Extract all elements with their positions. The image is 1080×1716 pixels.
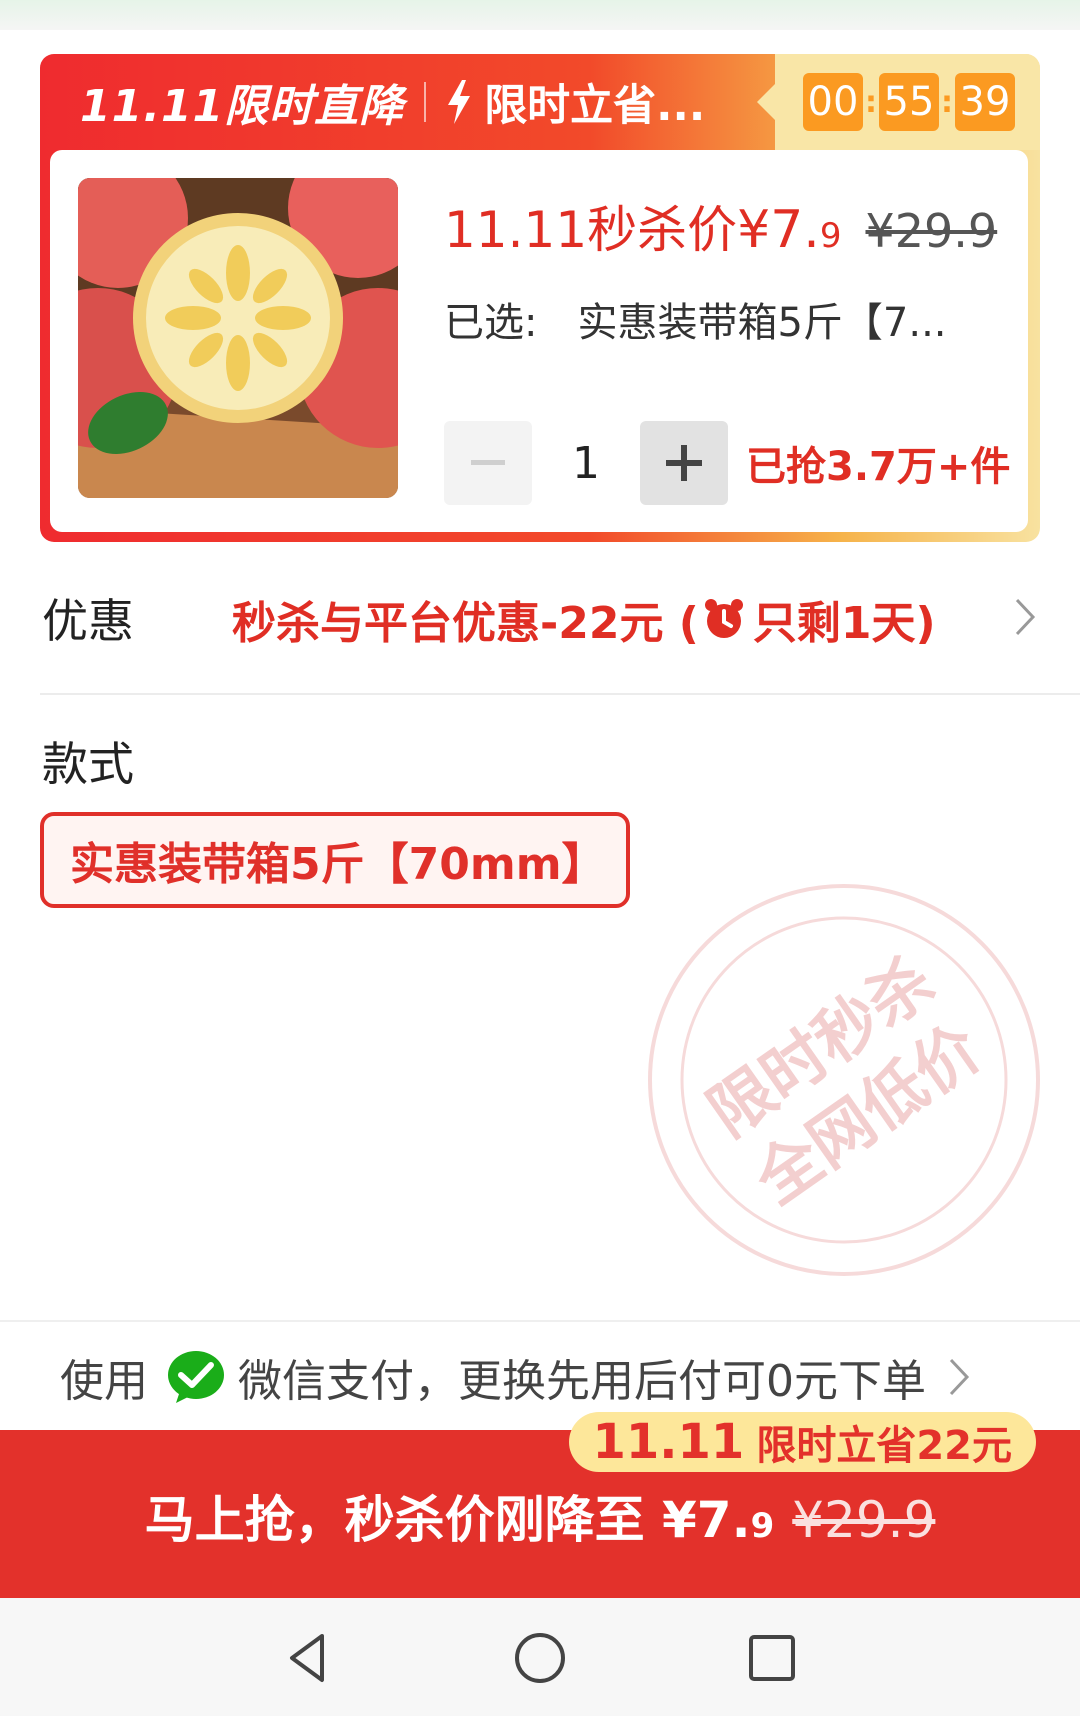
- buy-now-text: 马上抢，秒杀价刚降至 ¥7.: [144, 1491, 751, 1549]
- countdown-minutes: 55: [879, 73, 939, 131]
- countdown-colon: :: [941, 84, 953, 120]
- selected-spec[interactable]: 已选: 实惠装带箱5斤【7...: [444, 290, 947, 348]
- savings-badge-date: 11.11: [592, 1414, 745, 1470]
- discount-text-prefix: 秒杀与平台优惠-22元 (: [232, 598, 699, 649]
- status-strip: [0, 0, 1080, 30]
- price-original: ¥29.9: [865, 204, 998, 258]
- lightning-icon: [448, 80, 471, 124]
- back-icon[interactable]: [278, 1628, 338, 1688]
- plus-icon: [666, 445, 702, 481]
- savings-badge-text: 限时立省22元: [756, 1423, 1012, 1469]
- home-icon[interactable]: [510, 1628, 570, 1688]
- buy-now-decimal: 9: [750, 1506, 775, 1546]
- countdown-hours: 00: [803, 73, 863, 131]
- apple-image: [78, 178, 398, 498]
- sold-count: 已抢3.7万+件: [746, 444, 1011, 490]
- countdown-timer: 00 : 55 : 39: [757, 54, 1040, 150]
- header-divider: [424, 82, 427, 122]
- buy-now-label[interactable]: 马上抢，秒杀价刚降至 ¥7.9 ¥29.9: [0, 1480, 1080, 1552]
- alarm-clock-icon: [704, 599, 743, 638]
- product-image[interactable]: [78, 178, 398, 498]
- style-label: 款式: [42, 737, 134, 791]
- discount-row[interactable]: 优惠 秒杀与平台优惠-22元 ( 只剩1天): [0, 575, 1080, 675]
- discount-text: 秒杀与平台优惠-22元 ( 只剩1天): [232, 587, 936, 651]
- wechat-pay-icon: [168, 1351, 224, 1403]
- section-divider: [40, 693, 1080, 695]
- chevron-right-icon: [1015, 598, 1036, 636]
- savings-badge: 11.11 限时立省22元: [568, 1412, 1036, 1472]
- product-panel: 11.11秒杀价¥7.9 ¥29.9 已选: 实惠装带箱5斤【7... 1 已抢3.…: [50, 150, 1028, 532]
- discount-label: 优惠: [42, 594, 134, 648]
- quantity-value[interactable]: 1: [532, 438, 640, 489]
- price-current: ¥7.: [737, 200, 820, 260]
- brand-title: 11.11限时直降: [80, 81, 405, 132]
- minus-icon: [471, 460, 505, 465]
- payment-text: 微信支付，更换先用后付可0元下单: [238, 1356, 926, 1407]
- price-decimal: 9: [819, 216, 842, 256]
- promo-stamp-watermark: 限时秒杀 全网低价: [648, 884, 1040, 1276]
- payment-use-label: 使用: [60, 1356, 148, 1407]
- selected-value: 实惠装带箱5斤【7...: [577, 300, 947, 346]
- increase-button[interactable]: [640, 421, 728, 505]
- price-label: 11.11秒杀价: [444, 201, 738, 259]
- discount-text-suffix: 只剩1天): [752, 598, 936, 649]
- style-option-selected[interactable]: 实惠装带箱5斤【70mm】: [40, 812, 630, 908]
- header-slogan: 限时立省...: [484, 81, 706, 131]
- payment-method-row[interactable]: 使用 微信支付，更换先用后付可0元下单: [60, 1342, 970, 1412]
- chevron-right-icon: [949, 1358, 970, 1396]
- flash-sale-card: 11.11限时直降 限时立省... 00 : 55 : 39 11.11秒杀价¥…: [40, 54, 1040, 542]
- price-line: 11.11秒杀价¥7.9 ¥29.9: [444, 190, 997, 262]
- countdown-seconds: 39: [955, 73, 1015, 131]
- quantity-stepper: 1 已抢3.7万+件: [444, 420, 1010, 506]
- countdown-colon: :: [865, 84, 877, 120]
- system-navigation-bar: [0, 1598, 1080, 1716]
- decrease-button[interactable]: [444, 421, 532, 505]
- payment-divider: [0, 1320, 1080, 1322]
- buy-now-original-price: ¥29.9: [792, 1491, 936, 1549]
- timer-notch: [757, 84, 775, 120]
- flash-sale-header: 11.11限时直降 限时立省...: [40, 54, 775, 150]
- selected-label: 已选:: [444, 300, 538, 346]
- recents-icon[interactable]: [742, 1628, 802, 1688]
